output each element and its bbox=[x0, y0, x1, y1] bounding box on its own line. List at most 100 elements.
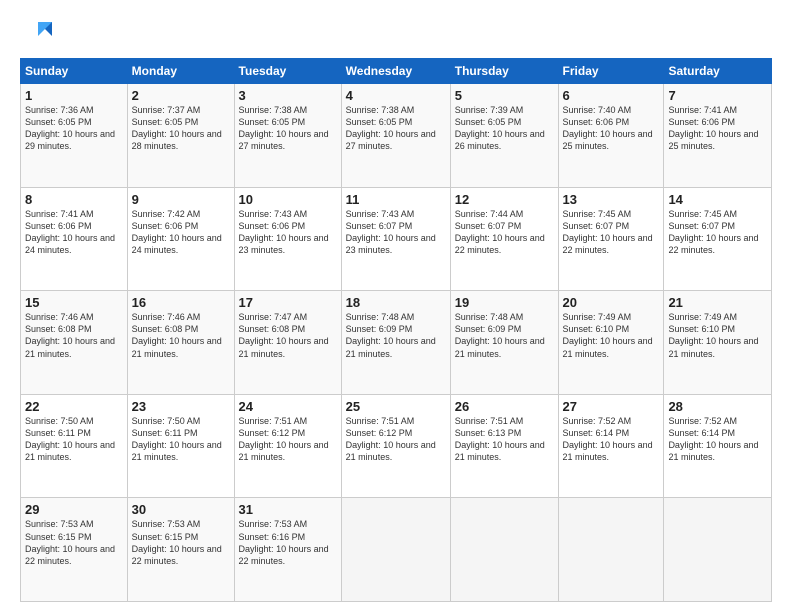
calendar-body: 1 Sunrise: 7:36 AMSunset: 6:05 PMDayligh… bbox=[21, 84, 772, 602]
dow-header: Tuesday bbox=[234, 59, 341, 84]
day-number: 22 bbox=[25, 399, 123, 414]
day-info: Sunrise: 7:42 AMSunset: 6:06 PMDaylight:… bbox=[132, 209, 222, 255]
dow-header: Saturday bbox=[664, 59, 772, 84]
day-number: 27 bbox=[563, 399, 660, 414]
calendar-day-cell: 22 Sunrise: 7:50 AMSunset: 6:11 PMDaylig… bbox=[21, 394, 128, 498]
calendar-week-row: 1 Sunrise: 7:36 AMSunset: 6:05 PMDayligh… bbox=[21, 84, 772, 188]
calendar-day-cell bbox=[558, 498, 664, 602]
day-info: Sunrise: 7:52 AMSunset: 6:14 PMDaylight:… bbox=[563, 416, 653, 462]
day-number: 31 bbox=[239, 502, 337, 517]
day-number: 14 bbox=[668, 192, 767, 207]
calendar-day-cell: 10 Sunrise: 7:43 AMSunset: 6:06 PMDaylig… bbox=[234, 187, 341, 291]
day-info: Sunrise: 7:50 AMSunset: 6:11 PMDaylight:… bbox=[132, 416, 222, 462]
dow-header: Thursday bbox=[450, 59, 558, 84]
calendar-day-cell: 18 Sunrise: 7:48 AMSunset: 6:09 PMDaylig… bbox=[341, 291, 450, 395]
day-info: Sunrise: 7:47 AMSunset: 6:08 PMDaylight:… bbox=[239, 312, 329, 358]
calendar-day-cell: 9 Sunrise: 7:42 AMSunset: 6:06 PMDayligh… bbox=[127, 187, 234, 291]
day-number: 10 bbox=[239, 192, 337, 207]
calendar-day-cell: 3 Sunrise: 7:38 AMSunset: 6:05 PMDayligh… bbox=[234, 84, 341, 188]
day-number: 28 bbox=[668, 399, 767, 414]
calendar-day-cell: 17 Sunrise: 7:47 AMSunset: 6:08 PMDaylig… bbox=[234, 291, 341, 395]
day-number: 2 bbox=[132, 88, 230, 103]
calendar-day-cell: 25 Sunrise: 7:51 AMSunset: 6:12 PMDaylig… bbox=[341, 394, 450, 498]
day-info: Sunrise: 7:46 AMSunset: 6:08 PMDaylight:… bbox=[25, 312, 115, 358]
calendar-week-row: 8 Sunrise: 7:41 AMSunset: 6:06 PMDayligh… bbox=[21, 187, 772, 291]
calendar-day-cell bbox=[450, 498, 558, 602]
day-info: Sunrise: 7:37 AMSunset: 6:05 PMDaylight:… bbox=[132, 105, 222, 151]
days-of-week-row: SundayMondayTuesdayWednesdayThursdayFrid… bbox=[21, 59, 772, 84]
logo bbox=[20, 18, 56, 50]
day-info: Sunrise: 7:38 AMSunset: 6:05 PMDaylight:… bbox=[346, 105, 436, 151]
day-info: Sunrise: 7:48 AMSunset: 6:09 PMDaylight:… bbox=[455, 312, 545, 358]
day-number: 25 bbox=[346, 399, 446, 414]
calendar-day-cell: 19 Sunrise: 7:48 AMSunset: 6:09 PMDaylig… bbox=[450, 291, 558, 395]
day-info: Sunrise: 7:38 AMSunset: 6:05 PMDaylight:… bbox=[239, 105, 329, 151]
day-info: Sunrise: 7:45 AMSunset: 6:07 PMDaylight:… bbox=[668, 209, 758, 255]
day-number: 18 bbox=[346, 295, 446, 310]
day-info: Sunrise: 7:41 AMSunset: 6:06 PMDaylight:… bbox=[668, 105, 758, 151]
day-number: 23 bbox=[132, 399, 230, 414]
day-info: Sunrise: 7:43 AMSunset: 6:07 PMDaylight:… bbox=[346, 209, 436, 255]
day-info: Sunrise: 7:51 AMSunset: 6:12 PMDaylight:… bbox=[346, 416, 436, 462]
calendar-day-cell: 21 Sunrise: 7:49 AMSunset: 6:10 PMDaylig… bbox=[664, 291, 772, 395]
calendar-day-cell: 20 Sunrise: 7:49 AMSunset: 6:10 PMDaylig… bbox=[558, 291, 664, 395]
calendar-day-cell: 30 Sunrise: 7:53 AMSunset: 6:15 PMDaylig… bbox=[127, 498, 234, 602]
calendar-day-cell bbox=[664, 498, 772, 602]
calendar-day-cell: 28 Sunrise: 7:52 AMSunset: 6:14 PMDaylig… bbox=[664, 394, 772, 498]
day-info: Sunrise: 7:53 AMSunset: 6:15 PMDaylight:… bbox=[132, 519, 222, 565]
dow-header: Wednesday bbox=[341, 59, 450, 84]
day-number: 7 bbox=[668, 88, 767, 103]
day-number: 29 bbox=[25, 502, 123, 517]
calendar-day-cell: 8 Sunrise: 7:41 AMSunset: 6:06 PMDayligh… bbox=[21, 187, 128, 291]
day-info: Sunrise: 7:36 AMSunset: 6:05 PMDaylight:… bbox=[25, 105, 115, 151]
day-number: 3 bbox=[239, 88, 337, 103]
day-number: 21 bbox=[668, 295, 767, 310]
day-info: Sunrise: 7:50 AMSunset: 6:11 PMDaylight:… bbox=[25, 416, 115, 462]
dow-header: Monday bbox=[127, 59, 234, 84]
calendar-day-cell: 2 Sunrise: 7:37 AMSunset: 6:05 PMDayligh… bbox=[127, 84, 234, 188]
day-info: Sunrise: 7:49 AMSunset: 6:10 PMDaylight:… bbox=[563, 312, 653, 358]
calendar-day-cell: 15 Sunrise: 7:46 AMSunset: 6:08 PMDaylig… bbox=[21, 291, 128, 395]
calendar-week-row: 29 Sunrise: 7:53 AMSunset: 6:15 PMDaylig… bbox=[21, 498, 772, 602]
day-number: 6 bbox=[563, 88, 660, 103]
calendar-day-cell: 29 Sunrise: 7:53 AMSunset: 6:15 PMDaylig… bbox=[21, 498, 128, 602]
calendar-day-cell: 31 Sunrise: 7:53 AMSunset: 6:16 PMDaylig… bbox=[234, 498, 341, 602]
day-info: Sunrise: 7:51 AMSunset: 6:12 PMDaylight:… bbox=[239, 416, 329, 462]
day-info: Sunrise: 7:52 AMSunset: 6:14 PMDaylight:… bbox=[668, 416, 758, 462]
day-number: 30 bbox=[132, 502, 230, 517]
calendar-day-cell: 6 Sunrise: 7:40 AMSunset: 6:06 PMDayligh… bbox=[558, 84, 664, 188]
day-number: 9 bbox=[132, 192, 230, 207]
day-info: Sunrise: 7:44 AMSunset: 6:07 PMDaylight:… bbox=[455, 209, 545, 255]
day-number: 12 bbox=[455, 192, 554, 207]
day-info: Sunrise: 7:46 AMSunset: 6:08 PMDaylight:… bbox=[132, 312, 222, 358]
day-info: Sunrise: 7:51 AMSunset: 6:13 PMDaylight:… bbox=[455, 416, 545, 462]
day-info: Sunrise: 7:39 AMSunset: 6:05 PMDaylight:… bbox=[455, 105, 545, 151]
calendar-day-cell: 4 Sunrise: 7:38 AMSunset: 6:05 PMDayligh… bbox=[341, 84, 450, 188]
calendar-day-cell: 27 Sunrise: 7:52 AMSunset: 6:14 PMDaylig… bbox=[558, 394, 664, 498]
calendar-week-row: 15 Sunrise: 7:46 AMSunset: 6:08 PMDaylig… bbox=[21, 291, 772, 395]
logo-icon bbox=[20, 18, 52, 50]
day-number: 20 bbox=[563, 295, 660, 310]
calendar-day-cell: 16 Sunrise: 7:46 AMSunset: 6:08 PMDaylig… bbox=[127, 291, 234, 395]
calendar-day-cell bbox=[341, 498, 450, 602]
day-number: 1 bbox=[25, 88, 123, 103]
day-info: Sunrise: 7:41 AMSunset: 6:06 PMDaylight:… bbox=[25, 209, 115, 255]
calendar-table: SundayMondayTuesdayWednesdayThursdayFrid… bbox=[20, 58, 772, 602]
calendar-day-cell: 12 Sunrise: 7:44 AMSunset: 6:07 PMDaylig… bbox=[450, 187, 558, 291]
dow-header: Friday bbox=[558, 59, 664, 84]
day-number: 26 bbox=[455, 399, 554, 414]
calendar-day-cell: 11 Sunrise: 7:43 AMSunset: 6:07 PMDaylig… bbox=[341, 187, 450, 291]
day-info: Sunrise: 7:48 AMSunset: 6:09 PMDaylight:… bbox=[346, 312, 436, 358]
dow-header: Sunday bbox=[21, 59, 128, 84]
day-number: 8 bbox=[25, 192, 123, 207]
calendar-day-cell: 5 Sunrise: 7:39 AMSunset: 6:05 PMDayligh… bbox=[450, 84, 558, 188]
day-number: 19 bbox=[455, 295, 554, 310]
calendar-week-row: 22 Sunrise: 7:50 AMSunset: 6:11 PMDaylig… bbox=[21, 394, 772, 498]
calendar-day-cell: 14 Sunrise: 7:45 AMSunset: 6:07 PMDaylig… bbox=[664, 187, 772, 291]
day-number: 16 bbox=[132, 295, 230, 310]
day-info: Sunrise: 7:43 AMSunset: 6:06 PMDaylight:… bbox=[239, 209, 329, 255]
calendar-day-cell: 26 Sunrise: 7:51 AMSunset: 6:13 PMDaylig… bbox=[450, 394, 558, 498]
page: SundayMondayTuesdayWednesdayThursdayFrid… bbox=[0, 0, 792, 612]
calendar-day-cell: 1 Sunrise: 7:36 AMSunset: 6:05 PMDayligh… bbox=[21, 84, 128, 188]
day-number: 13 bbox=[563, 192, 660, 207]
